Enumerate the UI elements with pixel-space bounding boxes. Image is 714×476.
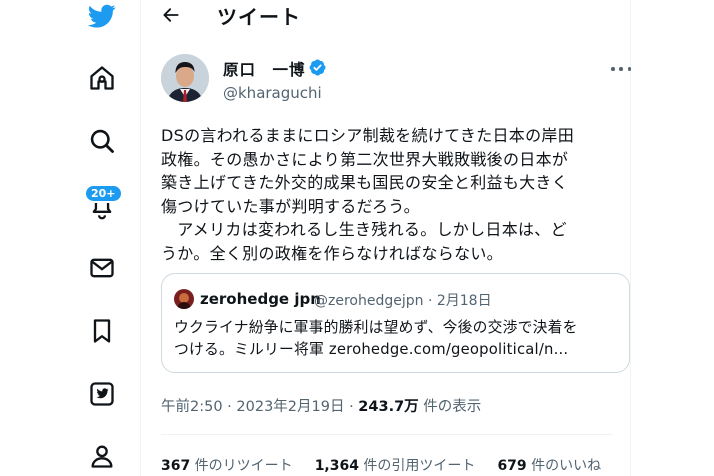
tweet-detail-column: ツイート 原口 一博 @kharaguchi DSの言われるままにロシア制裁を続…	[140, 0, 631, 476]
likes-count: 679	[497, 458, 527, 474]
back-button[interactable]	[159, 4, 183, 26]
sidebar: 20+	[0, 0, 140, 476]
arrow-left-icon	[163, 8, 179, 22]
header: ツイート	[141, 0, 630, 30]
bookmarks-icon[interactable]	[86, 315, 118, 347]
more-icon[interactable]	[611, 64, 631, 74]
quote-text: ウクライナ紛争に軍事的勝利は望めず、今後の交渉で決着を つける。ミルリー将軍 z…	[174, 319, 578, 358]
retweets-label: 件のリツイート	[190, 458, 293, 474]
retweets-stat[interactable]: 367 件のリツイート	[161, 455, 293, 475]
home-icon[interactable]	[86, 62, 118, 94]
divider	[161, 434, 612, 435]
views-count: 243.7万	[358, 399, 419, 415]
messages-icon[interactable]	[86, 252, 118, 284]
quote-author-meta: @zerohedgejpn · 2月18日	[314, 293, 492, 309]
timestamp-text: 午前2:50 · 2023年2月19日 ·	[161, 399, 359, 415]
views-label: 件の表示	[418, 399, 482, 415]
twitter-logo-icon[interactable]	[86, 0, 118, 32]
author-handle[interactable]: @kharaguchi	[223, 84, 322, 102]
quote-author-avatar	[174, 289, 194, 309]
search-icon[interactable]	[86, 125, 118, 157]
engagement-stats: 367 件のリツイート 1,364 件の引用ツイート 679 件のいいね	[161, 455, 601, 475]
quoted-tweet-card[interactable]: zerohedge jpn @zerohedgejpn · 2月18日 ウクライ…	[161, 273, 630, 373]
likes-stat[interactable]: 679 件のいいね	[497, 455, 601, 475]
likes-label: 件のいいね	[526, 458, 602, 474]
tweet-text: DSの言われるままにロシア制裁を続けてきた日本の岸田 政権。その愚かさにより第二…	[161, 126, 574, 263]
author-avatar[interactable]	[161, 54, 209, 102]
twitter-blue-icon[interactable]	[86, 378, 118, 410]
verified-badge-icon	[309, 59, 326, 76]
page-title: ツイート	[217, 5, 301, 29]
notifications-badge: 20+	[84, 184, 123, 203]
author-name[interactable]: 原口 一博	[223, 58, 306, 80]
tweet-timestamp[interactable]: 午前2:50 · 2023年2月19日 · 243.7万 件の表示	[161, 395, 481, 416]
quotes-count: 1,364	[314, 458, 359, 474]
profile-icon[interactable]	[86, 440, 118, 472]
retweets-count: 367	[161, 458, 191, 474]
quotes-stat[interactable]: 1,364 件の引用ツイート	[315, 455, 476, 475]
quote-author-name: zerohedge jpn	[200, 290, 321, 308]
quotes-label: 件の引用ツイート	[358, 458, 476, 474]
